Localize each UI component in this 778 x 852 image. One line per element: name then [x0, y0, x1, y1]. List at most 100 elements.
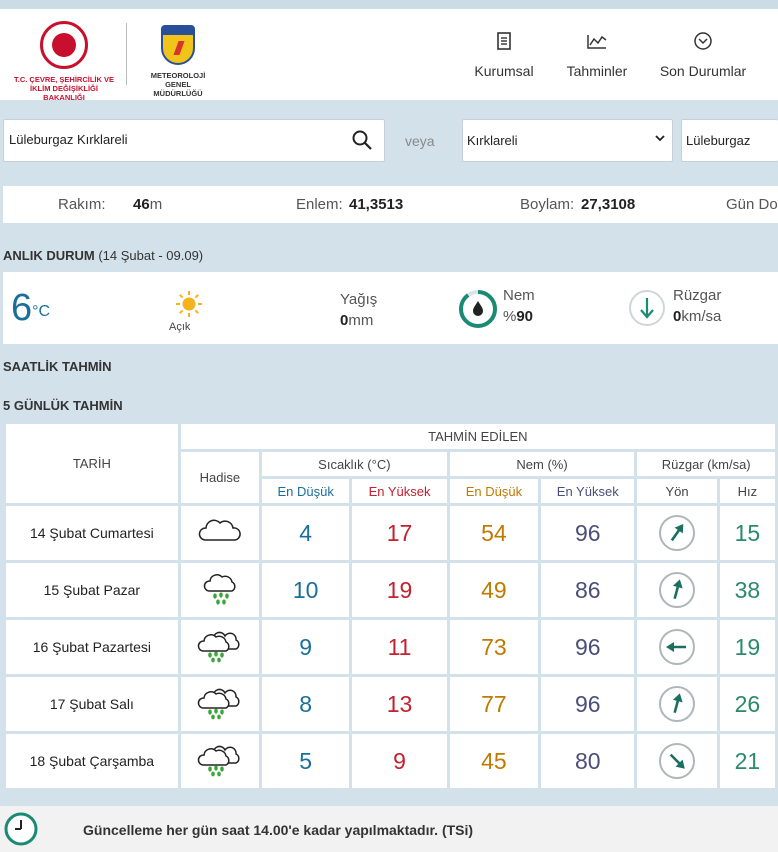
wind-direction — [637, 677, 717, 731]
row-date: 15 Şubat Pazar — [6, 563, 178, 617]
wind-arrow-icon — [659, 572, 696, 608]
wind-speed: 15 — [719, 506, 775, 560]
cloud-rain-icon — [180, 620, 259, 674]
longitude-label: Boylam: — [520, 196, 575, 213]
latitude-label: Enlem: — [296, 196, 343, 213]
table-row: 16 Şubat Pazartesi 9 11 73 96 19 — [6, 620, 775, 674]
hourly-forecast-title[interactable]: SAATLİK TAHMİN — [3, 359, 112, 374]
wind-value: 0km/sa — [673, 308, 722, 325]
humidity-max: 96 — [541, 506, 635, 560]
row-date: 14 Şubat Cumartesi — [6, 506, 178, 560]
top-strip — [0, 0, 778, 9]
update-note-text: Güncelleme her gün saat 14.00'e kadar ya… — [83, 822, 474, 838]
nav-tahminler-label: Tahminler — [566, 63, 628, 79]
humidity-label: Nem — [503, 287, 535, 304]
chevron-down-icon — [654, 132, 666, 147]
temp-min: 5 — [262, 734, 350, 788]
temp-max: 17 — [352, 506, 447, 560]
humidity-max: 96 — [541, 620, 635, 674]
humidity-min: 77 — [449, 677, 539, 731]
update-note: Güncelleme her gün saat 14.00'e kadar ya… — [0, 806, 778, 852]
chevron-circle-icon — [654, 31, 752, 53]
current-conditions: 6°C Açık Yağış 0mm Nem %90 Rüzgar 0km/sa — [3, 272, 778, 344]
nav-tahminler[interactable]: Tahminler — [560, 9, 634, 100]
province-select-value: Kırklareli — [467, 133, 518, 148]
cloudy-icon — [180, 506, 259, 560]
mgm-logo[interactable]: METEOROLOJİ GENEL MÜDÜRLÜĞÜ — [140, 17, 216, 99]
wind-speed: 19 — [719, 620, 775, 674]
temp-max: 13 — [352, 677, 447, 731]
current-title: ANLIK DURUM (14 Şubat - 09.09) — [3, 248, 204, 263]
nav-kurumsal[interactable]: Kurumsal — [470, 9, 538, 100]
district-select[interactable]: Lüleburgaz — [681, 119, 778, 162]
altitude-label: Rakım: — [58, 196, 106, 213]
humidity-max: 86 — [541, 563, 635, 617]
province-select[interactable]: Kırklareli — [462, 119, 673, 162]
wind-speed: 38 — [719, 563, 775, 617]
temp-max: 11 — [352, 620, 447, 674]
header-wind: Rüzgar (km/sa) — [637, 452, 775, 476]
document-icon — [470, 31, 538, 53]
wind-arrow-icon — [659, 629, 696, 665]
ministry-logo-text: T.C. ÇEVRE, ŞEHİRCİLİK VE İKLİM DEĞİŞİKL… — [13, 75, 115, 102]
header-event: Hadise — [180, 452, 259, 503]
header-hum-min: En Düşük — [449, 479, 539, 503]
table-row: 17 Şubat Salı 8 13 77 96 26 — [6, 677, 775, 731]
clock-icon — [4, 812, 38, 846]
wind-speed: 26 — [719, 677, 775, 731]
nav-son-durumlar[interactable]: Son Durumlar — [654, 9, 752, 100]
temp-min: 9 — [262, 620, 350, 674]
search-icon[interactable] — [352, 130, 372, 150]
temp-min: 8 — [262, 677, 350, 731]
temp-max: 9 — [352, 734, 447, 788]
header-hum-max: En Yüksek — [541, 479, 635, 503]
nav-son-durumlar-label: Son Durumlar — [659, 63, 747, 79]
row-date: 16 Şubat Pazartesi — [6, 620, 178, 674]
daily-forecast-title: 5 GÜNLÜK TAHMİN — [3, 398, 123, 413]
wind-label: Rüzgar — [673, 287, 722, 304]
sun-icon — [176, 291, 202, 317]
rain-label: Yağış — [340, 291, 378, 308]
humidity-min: 54 — [449, 506, 539, 560]
header-wind-speed: Hız — [719, 479, 775, 503]
rain-icon — [180, 563, 259, 617]
altitude-value: 46m — [133, 196, 163, 213]
row-date: 17 Şubat Salı — [6, 677, 178, 731]
latitude-value: 41,3513 — [349, 196, 404, 213]
header-humidity: Nem (%) — [449, 452, 635, 476]
humidity-value: %90 — [503, 308, 534, 325]
humidity-min: 73 — [449, 620, 539, 674]
logo-divider — [126, 23, 127, 85]
header-temperature: Sıcaklık (°C) — [262, 452, 447, 476]
mgm-shield-icon — [161, 25, 195, 65]
wind-direction — [637, 506, 717, 560]
current-temperature: 6°C — [11, 287, 51, 329]
temp-max: 19 — [352, 563, 447, 617]
district-select-value: Lüleburgaz — [686, 133, 751, 148]
wind-arrow-icon — [659, 515, 696, 551]
condition-label: Açık — [169, 321, 191, 333]
wind-direction-icon — [629, 290, 665, 326]
cloud-rain-icon — [180, 677, 259, 731]
location-search-input[interactable] — [9, 132, 339, 147]
wind-speed: 21 — [719, 734, 775, 788]
header-date: TARİH — [6, 424, 178, 503]
temp-min: 10 — [262, 563, 350, 617]
wind-direction — [637, 620, 717, 674]
station-info-bar: Rakım: 46m Enlem: 41,3513 Boylam: 27,310… — [3, 186, 778, 223]
or-label: veya — [405, 133, 435, 149]
ministry-seal-icon — [40, 21, 88, 69]
humidity-ring-icon — [459, 290, 497, 328]
ministry-logo[interactable]: T.C. ÇEVRE, ŞEHİRCİLİK VE İKLİM DEĞİŞİKL… — [10, 17, 118, 102]
humidity-min: 49 — [449, 563, 539, 617]
temp-min: 4 — [262, 506, 350, 560]
header-temp-max: En Yüksek — [352, 479, 447, 503]
humidity-max: 80 — [541, 734, 635, 788]
rain-value: 0mm — [340, 312, 374, 329]
forecast-table: TARİH TAHMİN EDİLEN Hadise Sıcaklık (°C)… — [3, 421, 778, 791]
nav-kurumsal-label: Kurumsal — [474, 63, 534, 79]
header-wind-direction: Yön — [637, 479, 717, 503]
wind-arrow-icon — [659, 686, 696, 722]
table-row: 18 Şubat Çarşamba 5 9 45 80 21 — [6, 734, 775, 788]
wind-direction — [637, 734, 717, 788]
